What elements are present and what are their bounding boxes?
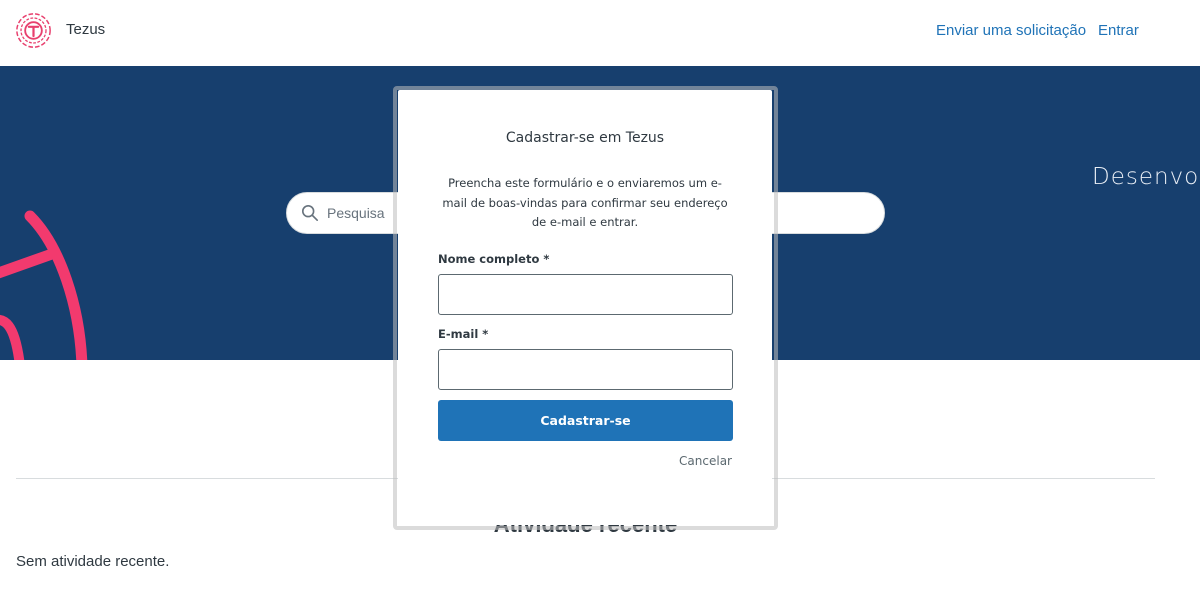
no-activity-text: Sem atividade recente. — [16, 553, 170, 570]
full-name-input[interactable] — [438, 274, 733, 315]
signup-submit-button[interactable]: Cadastrar-se — [438, 400, 733, 441]
modal-title: Cadastrar-se em Tezus — [505, 130, 665, 146]
search-icon — [301, 204, 319, 222]
hero-decoration-icon — [0, 210, 88, 360]
site-header: Tezus Enviar uma solicitação Entrar — [0, 0, 1200, 66]
submit-request-link[interactable]: Enviar uma solicitação — [936, 22, 1086, 39]
email-input[interactable] — [438, 349, 733, 390]
brand-name[interactable]: Tezus — [66, 21, 105, 38]
cancel-link[interactable]: Cancelar — [679, 454, 732, 468]
modal-description: Preencha este formulário e o enviaremos … — [442, 176, 728, 229]
tezus-logo-icon[interactable] — [15, 12, 52, 49]
signup-modal: Cadastrar-se em Tezus Preencha este form… — [398, 90, 772, 525]
email-label: E-mail * — [438, 327, 489, 341]
sign-in-link[interactable]: Entrar — [1098, 22, 1139, 39]
hero-tagline: Desenvol — [1092, 164, 1200, 190]
full-name-label: Nome completo * — [438, 252, 550, 266]
